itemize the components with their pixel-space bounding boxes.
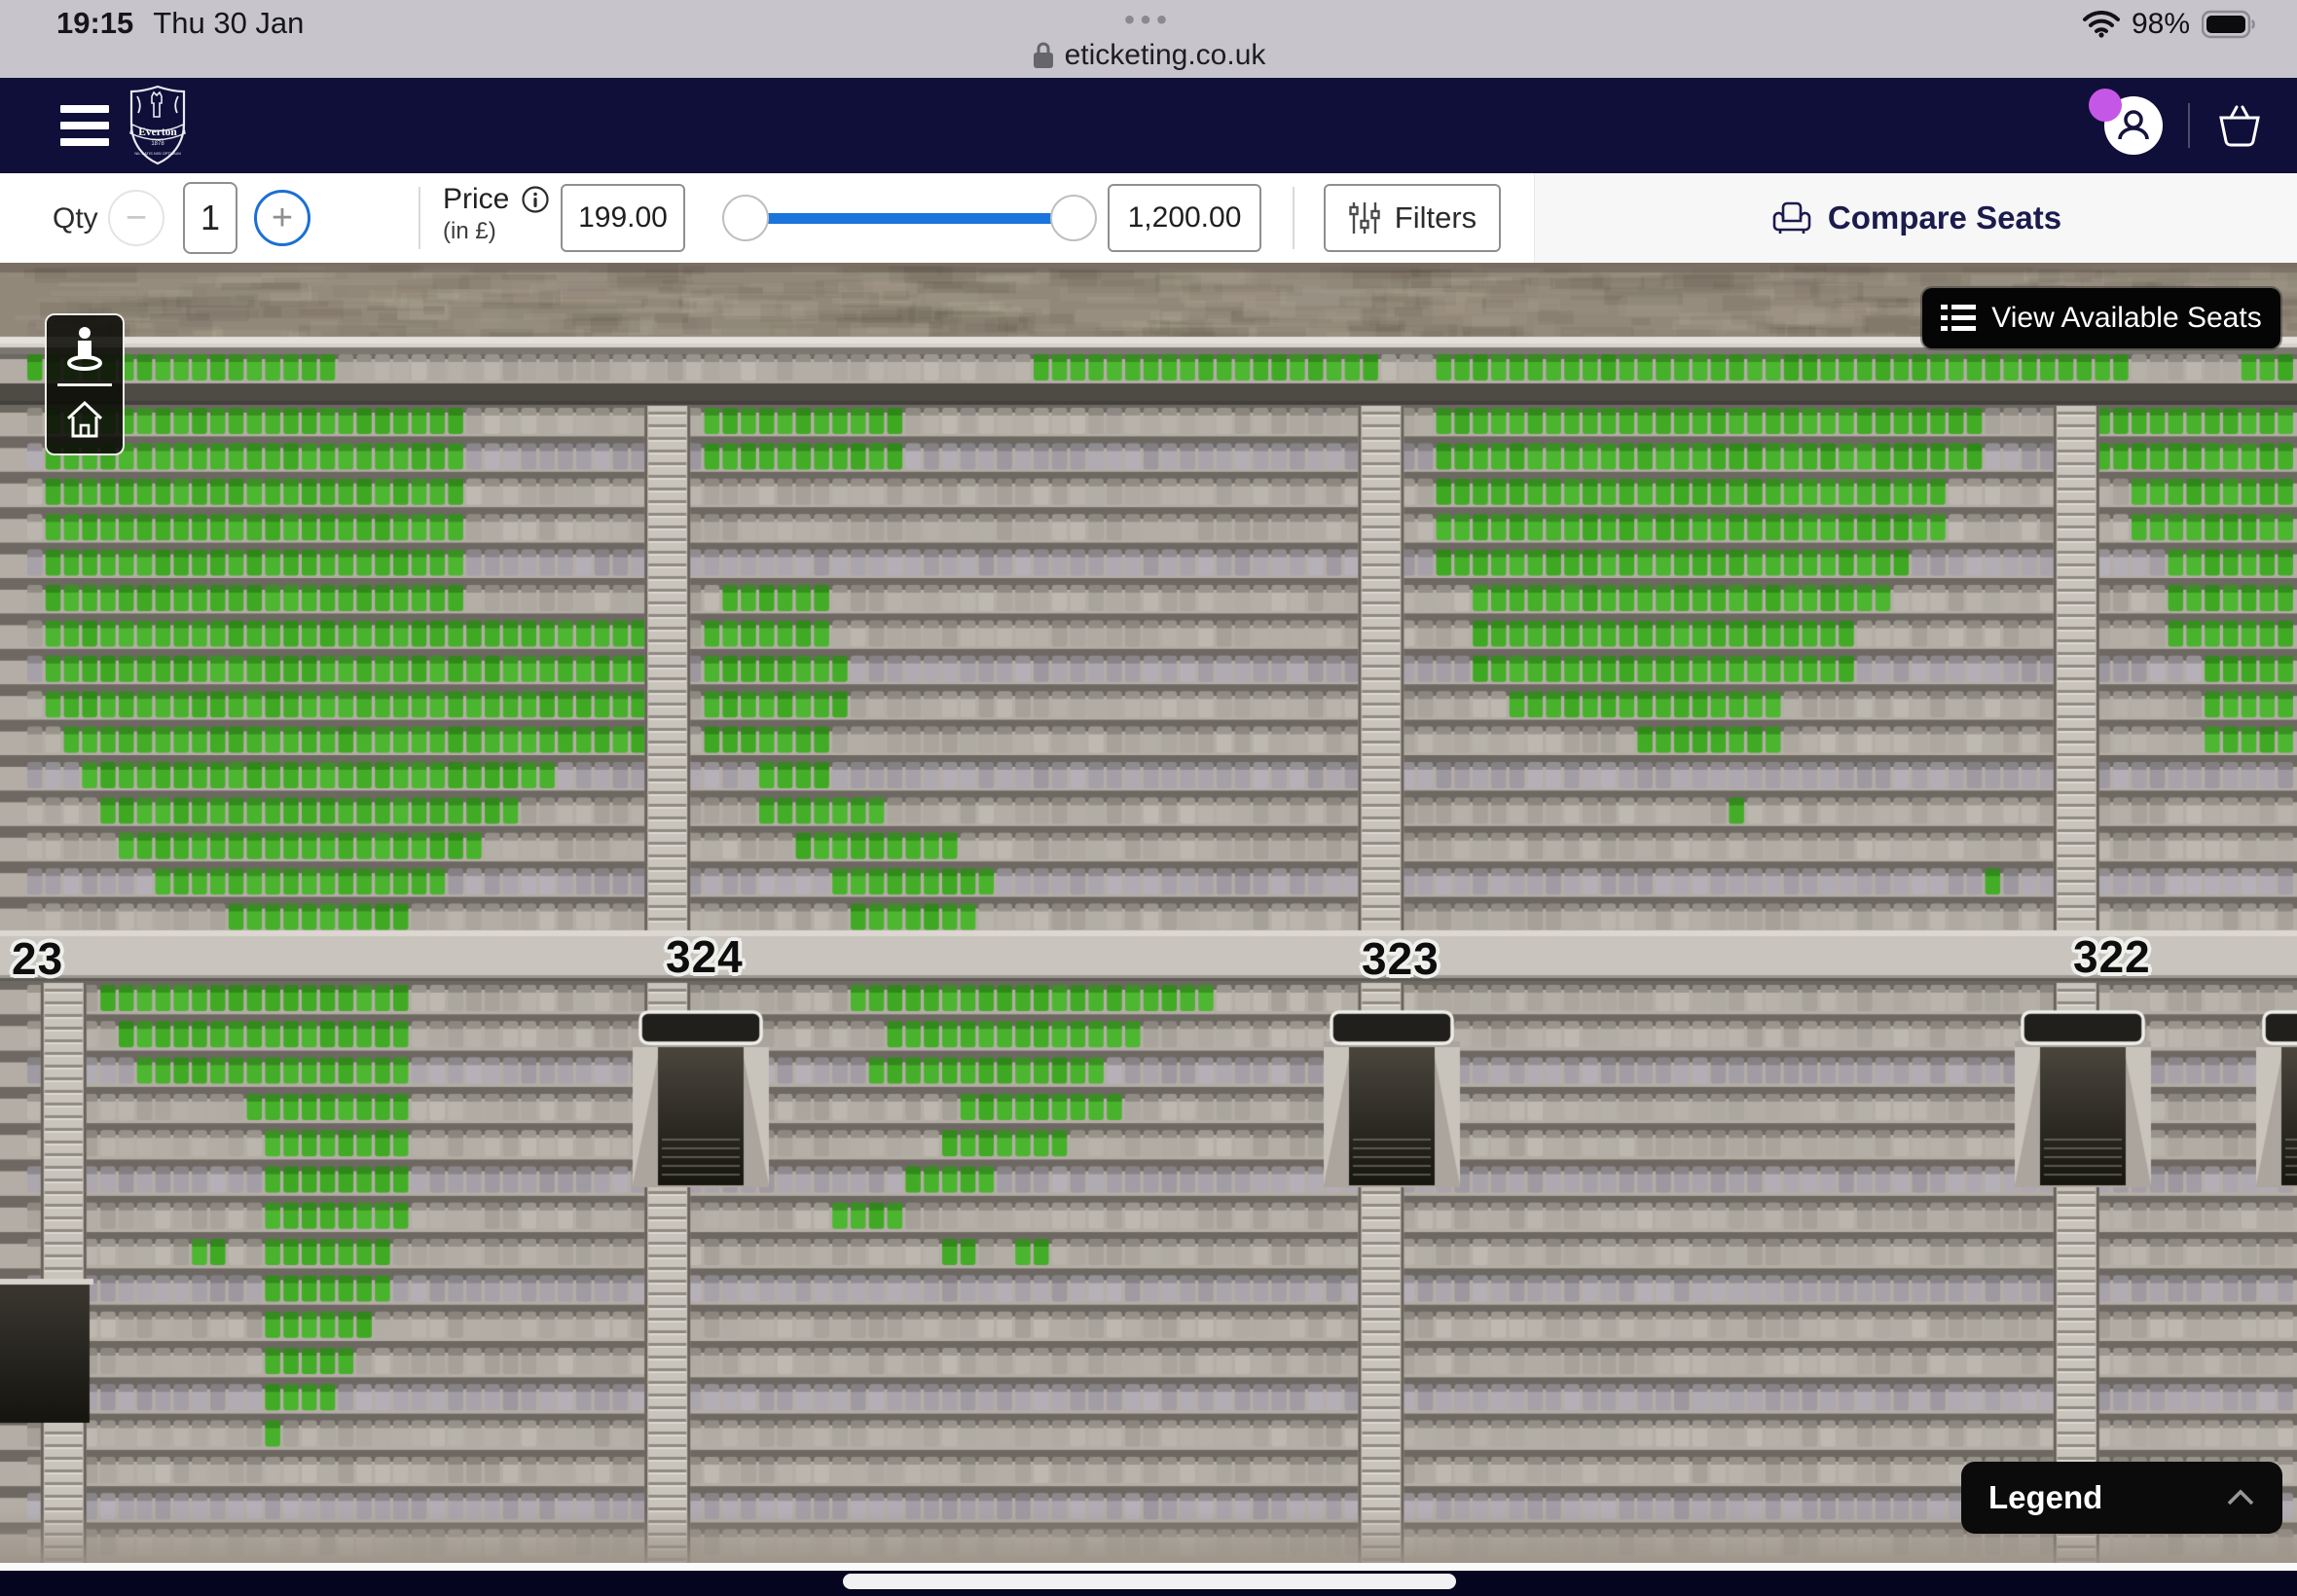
address-url: eticketing.co.uk <box>1065 39 1266 72</box>
armchair-icon <box>1771 198 1812 238</box>
price-range-slider <box>722 173 1097 263</box>
toolbar-divider-2 <box>1293 187 1294 249</box>
lock-icon <box>1032 41 1055 70</box>
slider-handle-min[interactable] <box>722 195 769 241</box>
section-label-323: 323 <box>1362 932 1440 985</box>
crest-motto-text: NIL SATIS NISI OPTIMUM <box>134 151 180 156</box>
reset-view-button[interactable] <box>47 386 123 454</box>
price-label-block: Price (in £) <box>443 183 550 245</box>
qty-label: Qty <box>53 202 98 236</box>
legend-toggle[interactable]: Legend <box>1961 1462 2282 1534</box>
basket-icon[interactable] <box>2215 102 2264 149</box>
notification-dot <box>2089 89 2122 122</box>
min-price-input[interactable]: 199.00 <box>561 184 685 252</box>
battery-percent: 98% <box>2132 8 2190 41</box>
header-divider <box>2188 103 2190 148</box>
site-header: Everton 1878 NIL SATIS NISI OPTIMUM <box>0 78 2297 173</box>
section-label-322: 322 <box>2073 930 2151 983</box>
qty-plus-button[interactable]: + <box>254 190 310 246</box>
section-label-324: 324 <box>666 930 744 983</box>
home-icon <box>63 399 106 440</box>
compare-seats-button[interactable]: Compare Seats <box>1534 173 2297 263</box>
ticket-toolbar: Qty − 1 + Price (in £) 199.00 1,200.00 <box>0 173 2297 264</box>
filters-label: Filters <box>1395 200 1477 236</box>
toolbar-divider <box>419 187 420 249</box>
slider-track[interactable] <box>742 213 1077 224</box>
price-label: Price <box>443 183 509 216</box>
max-price-input[interactable]: 1,200.00 <box>1108 184 1261 252</box>
compare-seats-label: Compare Seats <box>1828 200 2061 236</box>
account-button[interactable] <box>2104 96 2163 155</box>
everton-crest-logo[interactable]: Everton 1878 NIL SATIS NISI OPTIMUM <box>125 84 191 167</box>
qty-minus-button[interactable]: − <box>108 190 164 246</box>
header-actions <box>2104 78 2264 173</box>
filter-sliders-icon <box>1348 200 1381 236</box>
crest-year-text: 1878 <box>151 141 164 147</box>
price-unit: (in £) <box>443 218 550 245</box>
view-available-seats-label: View Available Seats <box>1991 302 2261 335</box>
legend-label: Legend <box>1988 1479 2102 1516</box>
address-bar[interactable]: eticketing.co.uk <box>0 39 2297 72</box>
eticketing-seat-map-page: 19:15 Thu 30 Jan ••• eticketing.co.uk 98… <box>0 0 2297 1596</box>
status-bar: 19:15 Thu 30 Jan ••• eticketing.co.uk 98… <box>0 0 2297 78</box>
view-available-seats-button[interactable]: View Available Seats <box>1922 288 2280 348</box>
chevron-up-icon <box>2226 1489 2255 1506</box>
horizontal-scrollbar[interactable] <box>843 1574 1456 1589</box>
list-icon <box>1941 304 1976 333</box>
seat-map-canvas[interactable] <box>0 263 2297 1565</box>
stadium-seat-map[interactable]: View Available Seats 23 324 323 <box>0 263 2297 1565</box>
street-view-button[interactable] <box>47 315 123 383</box>
tab-overview-dots[interactable]: ••• <box>0 4 2297 37</box>
slider-handle-max[interactable] <box>1050 195 1097 241</box>
battery-icon <box>2202 10 2258 39</box>
qty-value[interactable]: 1 <box>183 182 237 254</box>
section-label-clipped: 23 <box>12 932 63 985</box>
pegman-icon <box>62 324 107 375</box>
filters-button[interactable]: Filters <box>1324 184 1501 252</box>
status-right: 98% <box>2083 8 2258 41</box>
bottom-bar <box>0 1571 2297 1596</box>
menu-button[interactable] <box>60 105 109 146</box>
wifi-icon <box>2083 11 2120 38</box>
page-bottom-strip <box>0 1563 2297 1571</box>
info-icon[interactable] <box>521 185 550 214</box>
crest-name-text: Everton <box>138 127 177 138</box>
map-controls <box>45 313 125 455</box>
